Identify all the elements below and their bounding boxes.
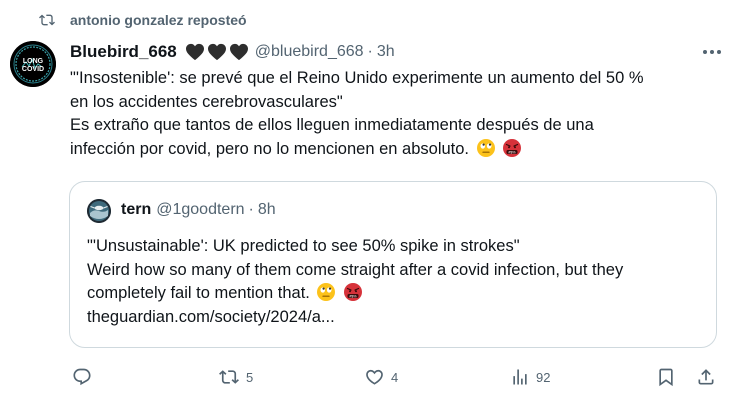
svg-text:#$%: #$% xyxy=(509,150,517,154)
face-with-symbols-on-mouth-icon: #$% xyxy=(503,138,522,157)
quoted-avatar[interactable] xyxy=(87,199,111,223)
reply-icon xyxy=(73,368,91,386)
quoted-author-name[interactable]: tern xyxy=(121,201,151,219)
more-icon xyxy=(703,50,721,54)
quoted-time[interactable]: 8h xyxy=(258,201,276,219)
repost-count: 5 xyxy=(246,369,254,385)
tweet-line-text: infección por covid, pero no lo mencione… xyxy=(70,139,470,158)
avatar-text-bottom: COVID xyxy=(22,66,44,73)
tweet-text: "'Insostenible': se prevé que el Reino U… xyxy=(70,67,720,161)
like-count: 4 xyxy=(391,369,399,385)
tweet-line: en los accidentes cerebrovasculares" xyxy=(70,92,343,111)
meta-separator: · xyxy=(367,43,373,60)
share-button[interactable] xyxy=(696,364,716,390)
face-with-rolling-eyes-icon xyxy=(476,138,495,157)
repost-text: antonio gonzalez reposteó xyxy=(70,12,247,28)
action-bar: 5 4 92 xyxy=(70,364,720,390)
tweet-line: "'Insostenible': se prevé que el Reino U… xyxy=(70,69,644,87)
quoted-link[interactable]: theguardian.com/society/2024/a... xyxy=(87,306,707,330)
like-button[interactable]: 4 xyxy=(364,364,398,390)
black-heart-icon xyxy=(207,43,226,61)
share-icon xyxy=(698,369,714,385)
tweet-line: infección por covid, pero no lo mencione… xyxy=(70,138,720,162)
quoted-line: Weird how so many of them come straight … xyxy=(87,260,624,279)
quoted-tweet-card[interactable]: tern @1goodtern · 8h "'Unsustainable': U… xyxy=(69,181,717,348)
avatar[interactable]: LONG COVID xyxy=(10,41,56,87)
quoted-author-handle[interactable]: @1goodtern xyxy=(156,201,244,219)
face-with-symbols-on-mouth-icon: #$% xyxy=(344,283,363,301)
name-badges xyxy=(185,43,249,61)
author-handle[interactable]: @bluebird_668 xyxy=(255,43,364,61)
avatar-text-top: LONG xyxy=(23,58,44,65)
views-count: 92 xyxy=(536,369,551,385)
repost-indicator[interactable]: antonio gonzalez reposteó xyxy=(38,10,247,30)
repost-icon xyxy=(38,10,60,30)
quoted-meta-separator: · xyxy=(248,201,254,218)
repost-button[interactable]: 5 xyxy=(218,364,253,390)
quoted-line-text: completely fail to mention that. xyxy=(87,284,310,302)
quoted-header: tern @1goodtern · 8h xyxy=(121,201,276,219)
quoted-line: completely fail to mention that. #$% xyxy=(87,282,707,306)
tweet-time[interactable]: 3h xyxy=(377,43,395,61)
tweet-header: Bluebird_668 @bluebird_668 · 3h xyxy=(70,40,395,64)
views-icon xyxy=(513,369,527,385)
face-with-rolling-eyes-icon xyxy=(317,283,336,301)
bookmark-icon xyxy=(659,368,673,387)
bookmark-button[interactable] xyxy=(656,364,676,390)
svg-text:#$%: #$% xyxy=(349,294,357,298)
black-heart-icon xyxy=(185,43,204,61)
views-button[interactable]: 92 xyxy=(510,364,550,390)
black-heart-icon xyxy=(229,43,248,61)
heart-icon xyxy=(366,369,383,385)
quoted-line: "'Unsustainable': UK predicted to see 50… xyxy=(87,237,520,255)
reply-button[interactable] xyxy=(72,364,98,390)
repost-icon xyxy=(219,370,239,384)
more-options-button[interactable] xyxy=(700,42,724,62)
tweet-line: Es extraño que tantos de ellos lleguen i… xyxy=(70,116,594,134)
author-name[interactable]: Bluebird_668 xyxy=(70,42,177,62)
quoted-text: "'Unsustainable': UK predicted to see 50… xyxy=(87,235,707,329)
